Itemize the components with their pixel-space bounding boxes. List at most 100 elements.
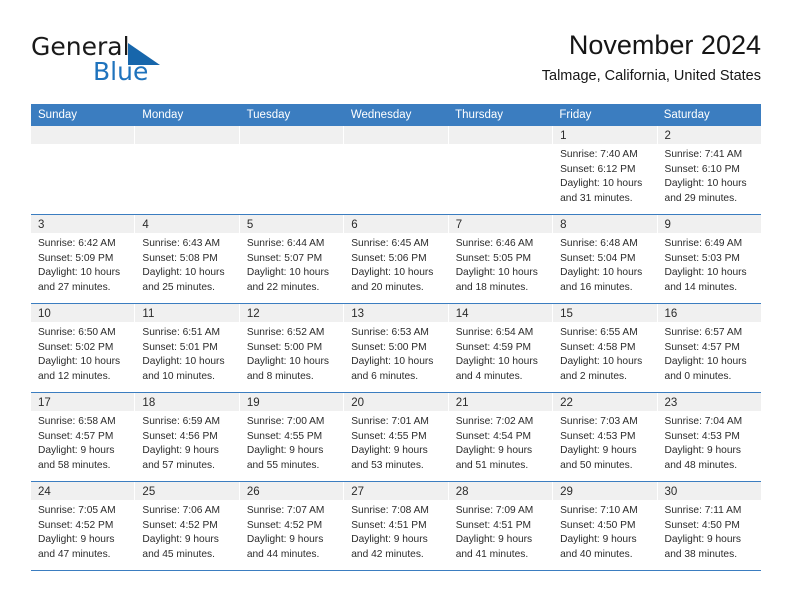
day-number-band: 15 (553, 304, 657, 322)
calendar-day-cell[interactable]: 9 Sunrise: 6:49 AM Sunset: 5:03 PM Daylight… (657, 215, 761, 303)
calendar-day-cell[interactable]: 11 Sunrise: 6:51 AM Sunset: 5:01 PM Dayligh… (135, 304, 240, 392)
daylight-text-line2: and 20 minutes. (351, 281, 424, 293)
calendar-week-row: 1 Sunrise: 7:40 AM Sunset: 6:12 PM Daylight… (31, 126, 761, 215)
calendar-day-cell[interactable]: 3 Sunrise: 6:42 AM Sunset: 5:09 PM Daylight… (31, 215, 136, 303)
daylight-text-line1: Daylight: 10 hours (142, 356, 225, 368)
sunrise-text: Sunrise: 6:57 AM (664, 327, 743, 338)
calendar-day-cell[interactable]: 14 Sunrise: 6:54 AM Sunset: 4:59 PM Dayligh… (448, 304, 554, 392)
sunrise-text: Sunrise: 7:11 AM (664, 505, 742, 516)
sunset-text: Sunset: 5:00 PM (351, 341, 427, 353)
day-details: Sunrise: 6:43 AM Sunset: 5:08 PM Daylight:… (135, 233, 238, 295)
location-subtitle: Talmage, California, United States (541, 68, 761, 84)
daylight-text-line2: and 47 minutes. (38, 548, 111, 560)
day-number: 13 (351, 308, 365, 320)
calendar-day-cell[interactable]: 13 Sunrise: 6:53 AM Sunset: 5:00 PM Dayligh… (344, 304, 449, 392)
day-number-band (239, 126, 344, 144)
sunrise-text: Sunrise: 7:40 AM (560, 149, 638, 160)
day-number: 26 (246, 486, 260, 498)
daylight-text-line2: and 0 minutes. (664, 370, 732, 382)
day-number: 12 (246, 308, 260, 320)
calendar-day-cell[interactable]: 6 Sunrise: 6:45 AM Sunset: 5:06 PM Daylight… (344, 215, 449, 303)
calendar-day-cell[interactable]: 24 Sunrise: 7:05 AM Sunset: 4:52 PM Dayligh… (31, 482, 136, 570)
calendar-day-cell[interactable]: 4 Sunrise: 6:43 AM Sunset: 5:08 PM Daylight… (135, 215, 240, 303)
weekday-header-saturday: Saturday (663, 109, 710, 121)
day-number-band: 23 (657, 393, 761, 411)
calendar-day-cell-empty (31, 126, 136, 214)
day-number-band: 12 (239, 304, 344, 322)
day-number-band: 18 (135, 393, 239, 411)
calendar-day-cell[interactable]: 7 Sunrise: 6:46 AM Sunset: 5:05 PM Daylight… (448, 215, 554, 303)
calendar-day-cell[interactable]: 30 Sunrise: 7:11 AM Sunset: 4:50 PM Dayligh… (657, 482, 761, 570)
calendar-day-cell[interactable]: 16 Sunrise: 6:57 AM Sunset: 4:57 PM Dayligh… (657, 304, 761, 392)
day-number: 20 (351, 397, 365, 409)
daylight-text-line1: Daylight: 9 hours (246, 445, 324, 457)
calendar-day-cell[interactable]: 17 Sunrise: 6:58 AM Sunset: 4:57 PM Dayligh… (31, 393, 136, 481)
calendar-day-cell[interactable]: 8 Sunrise: 6:48 AM Sunset: 5:04 PM Daylight… (553, 215, 658, 303)
calendar-week-row: 24 Sunrise: 7:05 AM Sunset: 4:52 PM Dayligh… (31, 482, 761, 571)
day-number-band: 1 (553, 126, 657, 144)
calendar-day-cell[interactable]: 22 Sunrise: 7:03 AM Sunset: 4:53 PM Dayligh… (553, 393, 658, 481)
day-number-band: 5 (239, 215, 344, 233)
page-title: November 2024 (568, 30, 761, 60)
calendar-day-cell[interactable]: 2 Sunrise: 7:41 AM Sunset: 6:10 PM Daylight… (657, 126, 761, 214)
day-details: Sunrise: 6:44 AM Sunset: 5:07 PM Daylight:… (240, 233, 343, 295)
day-number-band: 10 (31, 304, 135, 322)
calendar-day-cell[interactable]: 23 Sunrise: 7:04 AM Sunset: 4:53 PM Dayligh… (657, 393, 761, 481)
calendar-day-cell[interactable]: 25 Sunrise: 7:06 AM Sunset: 4:52 PM Dayligh… (135, 482, 240, 570)
day-number: 27 (351, 486, 365, 498)
day-details: Sunrise: 7:01 AM Sunset: 4:55 PM Daylight:… (344, 411, 447, 473)
sunrise-text: Sunrise: 6:48 AM (560, 238, 638, 249)
day-number-band: 26 (239, 482, 344, 500)
day-details: Sunrise: 6:54 AM Sunset: 4:59 PM Daylight:… (449, 322, 552, 384)
day-details: Sunrise: 7:06 AM Sunset: 4:52 PM Daylight:… (135, 500, 238, 562)
daylight-text-line2: and 6 minutes. (351, 370, 419, 382)
daylight-text-line1: Daylight: 9 hours (142, 445, 219, 457)
calendar-day-cell[interactable]: 26 Sunrise: 7:07 AM Sunset: 4:52 PM Dayligh… (239, 482, 345, 570)
calendar-day-cell[interactable]: 29 Sunrise: 7:10 AM Sunset: 4:50 PM Dayligh… (553, 482, 658, 570)
calendar-day-cell[interactable]: 5 Sunrise: 6:44 AM Sunset: 5:07 PM Daylight… (239, 215, 345, 303)
calendar-week-row: 10 Sunrise: 6:50 AM Sunset: 5:02 PM Dayligh… (31, 304, 761, 393)
day-number: 19 (246, 397, 260, 409)
day-number: 1 (560, 130, 567, 142)
calendar-day-cell[interactable]: 18 Sunrise: 6:59 AM Sunset: 4:56 PM Dayligh… (135, 393, 240, 481)
daylight-text-line1: Daylight: 9 hours (455, 445, 533, 457)
sunset-text: Sunset: 5:06 PM (351, 252, 427, 264)
day-number: 29 (560, 486, 573, 498)
day-number-band: 19 (239, 393, 344, 411)
calendar-day-cell[interactable]: 21 Sunrise: 7:02 AM Sunset: 4:54 PM Dayligh… (448, 393, 554, 481)
daylight-text-line2: and 50 minutes. (560, 459, 633, 471)
day-number: 6 (351, 219, 358, 231)
day-number: 17 (38, 397, 51, 409)
sunrise-text: Sunrise: 6:50 AM (38, 327, 116, 338)
daylight-text-line1: Daylight: 10 hours (351, 267, 434, 279)
calendar-grid: Sunday Monday Tuesday Wednesday Thursday Frid… (31, 104, 761, 571)
general-blue-logo[interactable]: General Blue (31, 32, 181, 88)
day-number-band (344, 126, 448, 144)
day-details: Sunrise: 6:50 AM Sunset: 5:02 PM Daylight:… (31, 322, 134, 384)
calendar-day-cell[interactable]: 20 Sunrise: 7:01 AM Sunset: 4:55 PM Dayligh… (344, 393, 449, 481)
sunset-text: Sunset: 4:55 PM (351, 430, 427, 442)
day-number-band (448, 126, 553, 144)
daylight-text-line2: and 10 minutes. (142, 370, 215, 382)
calendar-day-cell[interactable]: 27 Sunrise: 7:08 AM Sunset: 4:51 PM Dayligh… (344, 482, 449, 570)
calendar-page: General Blue November 2024 Talmage, Cali… (0, 0, 792, 612)
daylight-text-line1: Daylight: 9 hours (351, 534, 428, 546)
sunrise-text: Sunrise: 6:44 AM (246, 238, 325, 249)
daylight-text-line2: and 18 minutes. (455, 281, 529, 293)
calendar-day-cell[interactable]: 28 Sunrise: 7:09 AM Sunset: 4:51 PM Dayligh… (448, 482, 554, 570)
daylight-text-line1: Daylight: 9 hours (560, 445, 637, 457)
sunset-text: Sunset: 4:52 PM (38, 519, 114, 531)
calendar-day-cell[interactable]: 12 Sunrise: 6:52 AM Sunset: 5:00 PM Dayligh… (239, 304, 345, 392)
daylight-text-line2: and 8 minutes. (246, 370, 314, 382)
calendar-day-cell[interactable]: 15 Sunrise: 6:55 AM Sunset: 4:58 PM Dayligh… (553, 304, 658, 392)
sunset-text: Sunset: 5:01 PM (142, 341, 218, 353)
day-details: Sunrise: 7:40 AM Sunset: 6:12 PM Daylight:… (553, 144, 656, 206)
calendar-day-cell[interactable]: 19 Sunrise: 7:00 AM Sunset: 4:55 PM Dayligh… (239, 393, 345, 481)
calendar-week-row: 3 Sunrise: 6:42 AM Sunset: 5:09 PM Daylight… (31, 215, 761, 304)
brand-word-blue: Blue (93, 57, 149, 86)
sunrise-text: Sunrise: 7:09 AM (455, 505, 534, 516)
day-details: Sunrise: 7:02 AM Sunset: 4:54 PM Daylight:… (449, 411, 552, 473)
calendar-day-cell[interactable]: 10 Sunrise: 6:50 AM Sunset: 5:02 PM Dayligh… (31, 304, 136, 392)
calendar-day-cell[interactable]: 1 Sunrise: 7:40 AM Sunset: 6:12 PM Daylight… (553, 126, 658, 214)
daylight-text-line1: Daylight: 9 hours (455, 534, 533, 546)
